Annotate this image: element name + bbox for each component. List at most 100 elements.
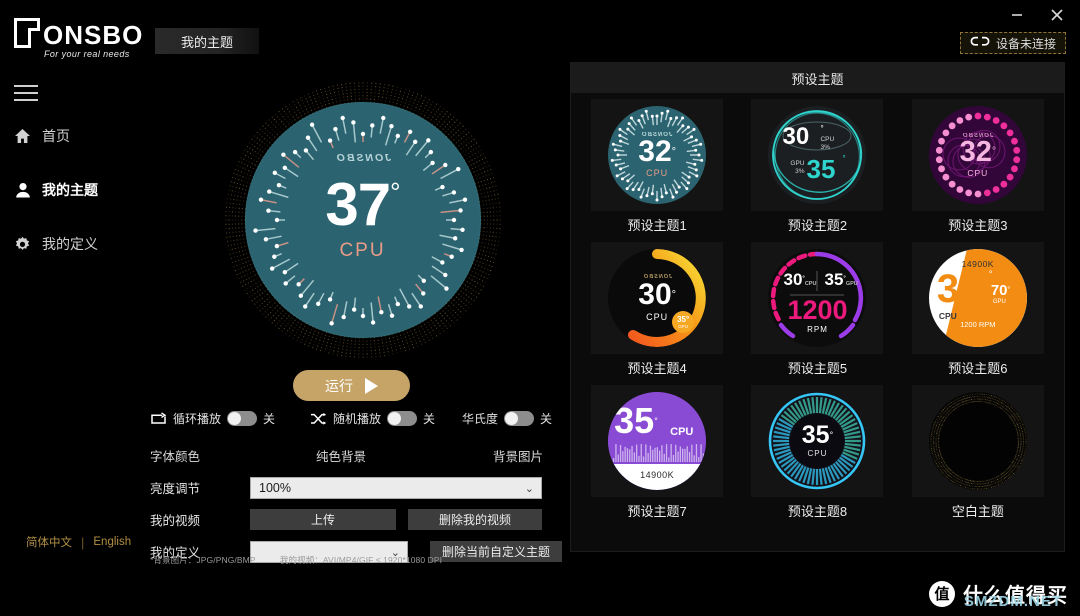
toggle-random-play-label: 随机播放	[333, 410, 381, 427]
tab-my-theme[interactable]: 我的主题	[155, 28, 259, 54]
sidebar-nav: 首页 我的主题 我的定义	[14, 124, 144, 286]
hamburger-icon[interactable]	[14, 85, 38, 101]
sidebar-item-my-custom[interactable]: 我的定义	[14, 232, 144, 256]
language-option-english[interactable]: English	[93, 536, 131, 548]
sidebar-item-my-theme[interactable]: 我的主题	[14, 178, 144, 202]
broken-link-icon	[970, 34, 990, 52]
preset-theme-item[interactable]: 35° CPU 14900K 预设主题7	[579, 385, 735, 526]
preset-theme-thumbnail[interactable]: 30°CPU 35°GPU 1200 RPM	[751, 242, 883, 354]
toggle-fahrenheit-switch[interactable]	[504, 411, 534, 426]
brightness-value: 100%	[259, 481, 291, 495]
sidebar-item-home-label: 首页	[42, 126, 70, 146]
toggle-random-play-switch[interactable]	[387, 411, 417, 426]
gauge-brand-text: JONSBO	[223, 152, 503, 164]
toggle-row: 循环播放 关 随机播放 关 华氏度 关	[150, 410, 560, 432]
preset-themes-title: 预设主题	[571, 63, 1064, 93]
delete-custom-theme-button[interactable]: 删除当前自定义主题	[430, 541, 562, 562]
device-status-badge[interactable]: 设备未连接	[960, 32, 1066, 54]
preset-theme-gauge: 30°CPU 35°GPU 1200 RPM	[768, 249, 866, 347]
preset-theme-caption: 预设主题8	[788, 501, 847, 520]
gauge-degree-symbol: °	[390, 177, 399, 207]
preset-theme-item[interactable]: JONSBO 32° CPU 预设主题3	[900, 99, 1056, 240]
preset-theme-item[interactable]: 14900K 35 ° 70° GPU CPU 1200 RPM 预设主题6	[900, 242, 1056, 383]
run-button[interactable]: 运行	[293, 370, 410, 401]
app-window: ONSBO For your real needs 我的主题 设备未连接 首页 …	[0, 0, 1080, 616]
shuffle-icon	[310, 412, 327, 426]
tab-label: 我的主题	[181, 32, 233, 51]
preset-theme-item[interactable]: 空白主题	[900, 385, 1056, 526]
toggle-random-play-state: 关	[423, 410, 435, 427]
user-icon	[14, 182, 31, 199]
toggle-loop-play-label: 循环播放	[173, 410, 221, 427]
preset-theme-thumbnail[interactable]: JONSBO 32° CPU	[912, 99, 1044, 211]
upload-video-button[interactable]: 上传	[250, 509, 396, 530]
preset-themes-grid: JONSBO 32° CPU 预设主题1 30 ° CPU 3% GPU 3% 35…	[571, 93, 1064, 532]
language-option-chinese[interactable]: 简体中文	[26, 534, 72, 550]
chevron-down-icon: ⌄	[525, 482, 534, 495]
toggle-random-play[interactable]: 随机播放 关	[310, 410, 435, 427]
preset-theme-item[interactable]: 30°CPU 35°GPU 1200 RPM 预设主题5	[739, 242, 895, 383]
preset-theme-thumbnail[interactable]: 35° CPU 14900K	[591, 385, 723, 497]
preset-theme-gauge: 30 ° CPU 3% GPU 3% 35 °	[768, 106, 866, 204]
preset-theme-caption: 预设主题5	[788, 358, 847, 377]
window-controls	[1002, 2, 1072, 28]
preset-theme-gauge: 14900K 35 ° 70° GPU CPU 1200 RPM	[929, 249, 1027, 347]
sub-labels: 字体颜色 纯色背景 背景图片	[150, 446, 562, 464]
preset-theme-thumbnail[interactable]: JONSBO 32° CPU	[591, 99, 723, 211]
play-icon	[365, 378, 378, 394]
gear-icon	[14, 236, 31, 253]
toggle-loop-play-state: 关	[263, 410, 275, 427]
preset-theme-item[interactable]: 30 ° CPU 3% GPU 3% 35 ° 预设主题2	[739, 99, 895, 240]
close-button[interactable]	[1042, 2, 1072, 28]
sidebar: 首页 我的主题 我的定义 简体中文 | English	[0, 58, 150, 616]
sidebar-item-home[interactable]: 首页	[14, 124, 144, 148]
label-background-image[interactable]: 背景图片	[493, 446, 543, 465]
preset-theme-thumbnail[interactable]	[912, 385, 1044, 497]
preset-theme-caption: 预设主题2	[788, 215, 847, 234]
preset-theme-item[interactable]: JONSBO 32° CPU 预设主题1	[579, 99, 735, 240]
sidebar-item-my-custom-label: 我的定义	[42, 234, 98, 254]
preset-theme-item[interactable]: 35° CPU 预设主题8	[739, 385, 895, 526]
preset-theme-caption: 空白主题	[952, 501, 1004, 520]
toggle-fahrenheit-label: 华氏度	[462, 410, 498, 427]
my-video-label: 我的视频	[150, 510, 250, 529]
preset-theme-thumbnail[interactable]: 35° CPU	[751, 385, 883, 497]
preset-theme-caption: 预设主题3	[948, 215, 1007, 234]
home-icon	[14, 128, 31, 145]
gauge-value-number: 37	[325, 171, 390, 238]
note-background-image: *背景图片：JPG/PNG/BMP	[150, 555, 255, 565]
toggle-loop-play-switch[interactable]	[227, 411, 257, 426]
preview-gauge[interactable]: JONSBO 37° CPU	[223, 80, 503, 360]
preset-themes-panel: 预设主题 JONSBO 32° CPU 预设主题1 30 ° CPU 3% GPU…	[570, 62, 1065, 552]
preset-theme-gauge: 35° CPU 14900K	[608, 392, 706, 490]
preset-theme-thumbnail[interactable]: 30 ° CPU 3% GPU 3% 35 °	[751, 99, 883, 211]
form-row-brightness: 亮度调节 100% ⌄	[150, 476, 562, 499]
title-bar: ONSBO For your real needs 我的主题 设备未连接	[0, 0, 1080, 58]
preset-theme-gauge	[929, 392, 1027, 490]
brightness-select[interactable]: 100% ⌄	[250, 477, 542, 499]
brand-logo: ONSBO For your real needs	[14, 18, 154, 59]
run-button-label: 运行	[325, 376, 353, 396]
note-my-video: 我的视频：AVI/MP4/GIF ≤ 1920*1080 DPI	[280, 555, 442, 565]
loop-icon	[150, 412, 167, 426]
preset-theme-thumbnail[interactable]: 14900K 35 ° 70° GPU CPU 1200 RPM	[912, 242, 1044, 354]
sidebar-item-my-theme-label: 我的主题	[42, 180, 98, 200]
jonsbo-logo-icon	[14, 18, 40, 48]
format-note: *背景图片：JPG/PNG/BMP 我的视频：AVI/MP4/GIF ≤ 192…	[150, 554, 442, 566]
toggle-loop-play[interactable]: 循环播放 关	[150, 410, 275, 427]
preset-theme-item[interactable]: JONSBO 30° CPU 35° GPU 预设主题4	[579, 242, 735, 383]
preset-theme-thumbnail[interactable]: JONSBO 30° CPU 35° GPU	[591, 242, 723, 354]
gauge-value: 37°	[223, 175, 503, 235]
label-font-color[interactable]: 字体颜色	[150, 446, 200, 465]
preset-theme-gauge: 35° CPU	[768, 392, 866, 490]
preset-theme-gauge: JONSBO 32° CPU	[929, 106, 1027, 204]
minimize-button[interactable]	[1002, 2, 1032, 28]
form-row-my-video: 我的视频 上传 删除我的视频	[150, 508, 562, 531]
language-selector: 简体中文 | English	[26, 534, 131, 550]
watermark-badge: 值	[929, 581, 955, 607]
toggle-fahrenheit-state: 关	[540, 410, 552, 427]
toggle-fahrenheit[interactable]: 华氏度 关	[462, 410, 552, 427]
label-solid-background[interactable]: 纯色背景	[316, 446, 366, 465]
delete-video-button[interactable]: 删除我的视频	[408, 509, 542, 530]
preset-theme-caption: 预设主题1	[628, 215, 687, 234]
